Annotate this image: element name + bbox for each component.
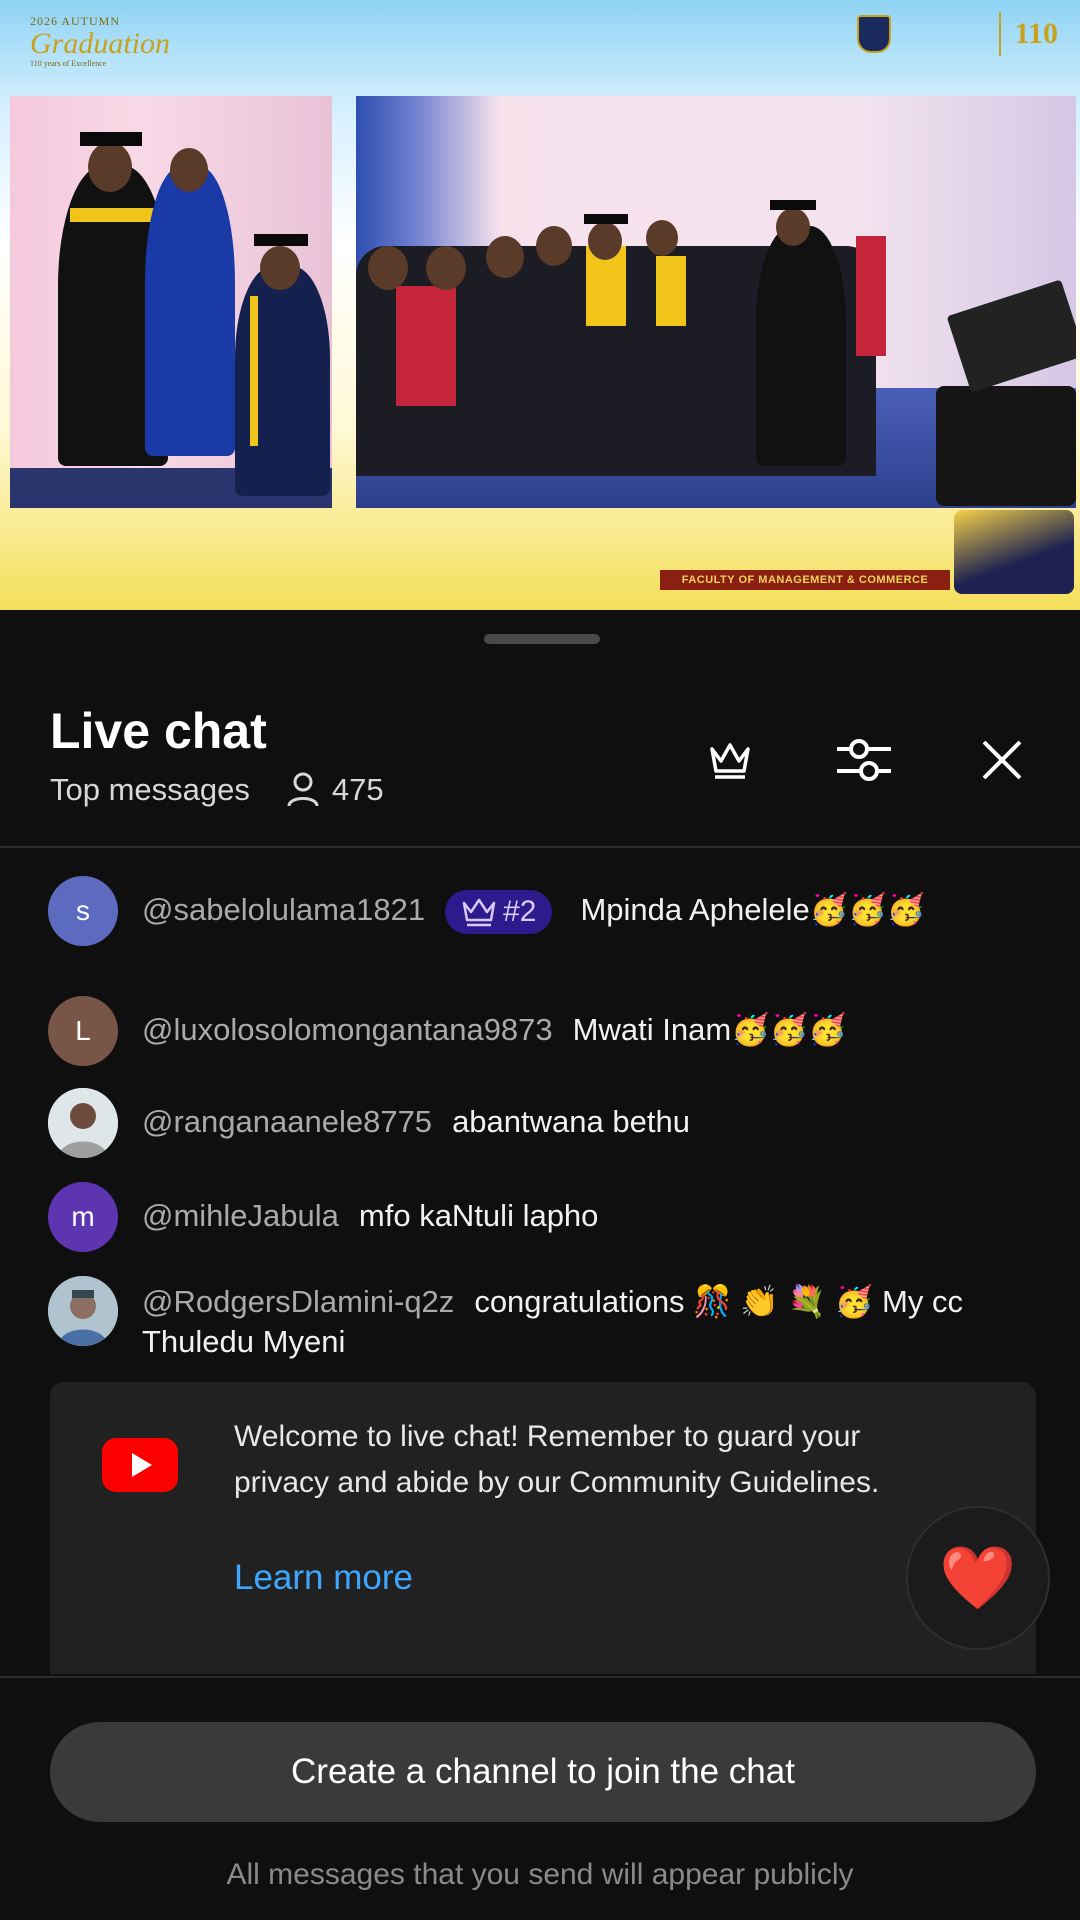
message-author[interactable]: @mihleJabula <box>142 1198 339 1233</box>
avatar[interactable]: s <box>48 876 118 946</box>
filter-icon[interactable] <box>834 730 894 790</box>
crown-icon <box>462 898 496 927</box>
message-author[interactable]: @sabelolulama1821 <box>142 892 425 927</box>
public-messages-note: All messages that you send will appear p… <box>226 1858 854 1891</box>
anniversary-logo: 110 <box>1014 17 1058 50</box>
avatar[interactable] <box>48 1276 118 1346</box>
message-author[interactable]: @ranganaanele8775 <box>142 1104 432 1139</box>
heart-icon: ❤️ <box>939 1543 1017 1613</box>
message-text: Mpinda Aphelele🥳🥳🥳 <box>580 892 926 928</box>
faculty-banner: FACULTY OF MANAGEMENT & COMMERCE <box>660 570 950 590</box>
university-crest-icon <box>856 15 891 53</box>
official-figure <box>145 166 235 456</box>
profile-photo <box>48 1088 118 1158</box>
create-channel-button[interactable]: Create a channel to join the chat <box>50 1722 1036 1822</box>
message-author[interactable]: @luxolosolomongantana9873 <box>142 1012 553 1047</box>
footer-divider <box>0 1676 1080 1678</box>
graduation-logo: 2026 AUTUMN Graduation 110 years of Exce… <box>30 14 170 68</box>
top-fan-badge: #2 <box>445 890 553 934</box>
crown-icon[interactable] <box>700 730 760 790</box>
livestream-video[interactable]: 2026 AUTUMN Graduation 110 years of Exce… <box>0 0 1080 610</box>
message-text: Mwati Inam🥳🥳🥳 <box>572 1012 847 1047</box>
graduates-photo <box>954 510 1074 594</box>
welcome-card: Welcome to live chat! Remember to guard … <box>50 1382 1036 1674</box>
stage-speaker <box>936 386 1076 506</box>
drag-handle[interactable] <box>484 634 600 644</box>
header-divider <box>0 846 1080 848</box>
learn-more-link[interactable]: Learn more <box>234 1558 413 1598</box>
youtube-logo-icon <box>102 1438 178 1492</box>
message-text: abantwana bethu <box>452 1104 690 1139</box>
close-icon[interactable] <box>972 730 1032 790</box>
video-pane-graduate <box>10 96 332 508</box>
logo-divider <box>998 12 1001 56</box>
message-author[interactable]: @RodgersDlamini-q2z <box>142 1284 454 1319</box>
welcome-text: Welcome to live chat! Remember to guard … <box>234 1420 880 1499</box>
message-text: mfo kaNtuli lapho <box>358 1198 599 1233</box>
graduate-walking <box>756 226 846 466</box>
heart-reaction-button[interactable]: ❤️ <box>906 1506 1050 1650</box>
event-tagline: 110 years of Excellence <box>30 59 107 68</box>
profile-photo <box>48 1276 118 1346</box>
badge-rank: #2 <box>503 895 537 928</box>
avatar[interactable] <box>48 1088 118 1158</box>
avatar[interactable]: L <box>48 996 118 1066</box>
live-chat-panel: Live chat Top messages 475 s @sabelolula… <box>0 610 1080 1920</box>
avatar[interactable]: m <box>48 1182 118 1252</box>
event-script: Graduation <box>30 27 171 60</box>
video-pane-audience <box>356 96 1076 508</box>
university-logos: 110 <box>856 12 1058 56</box>
